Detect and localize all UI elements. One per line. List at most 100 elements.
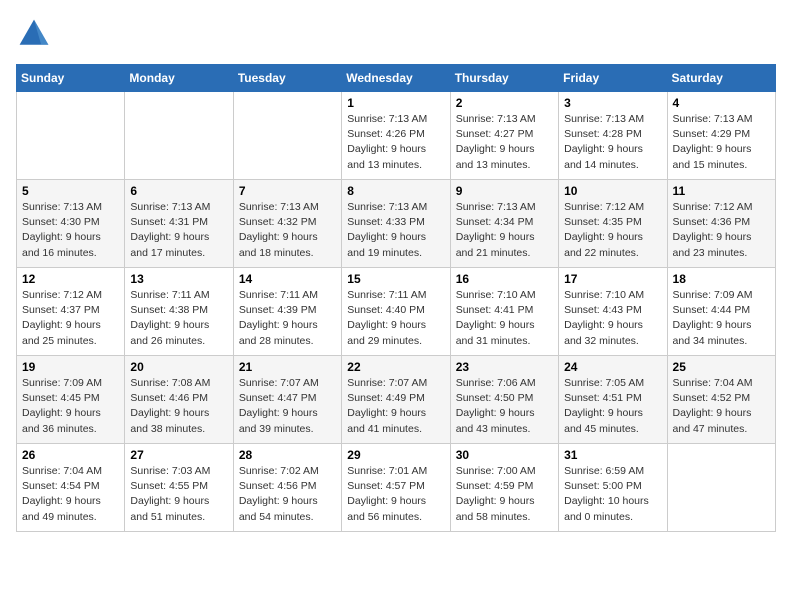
calendar-cell: 1 Sunrise: 7:13 AMSunset: 4:26 PMDaylight…	[342, 92, 450, 180]
calendar-cell: 31 Sunrise: 6:59 AMSunset: 5:00 PMDayligh…	[559, 444, 667, 532]
day-number: 11	[673, 184, 770, 198]
day-number: 12	[22, 272, 119, 286]
calendar-cell: 11Sunrise: 7:12 AMSunset: 4:36 PMDayligh…	[667, 180, 775, 268]
day-info: Sunrise: 7:10 AMSunset: 4:41 PMDaylight:…	[456, 288, 553, 349]
calendar-cell: 26Sunrise: 7:04 AMSunset: 4:54 PMDayligh…	[17, 444, 125, 532]
day-number: 30	[456, 448, 553, 462]
day-number: 1	[347, 96, 444, 110]
day-number: 3	[564, 96, 661, 110]
calendar-cell: 21 Sunrise: 7:07 AMSunset: 4:47 PMDayligh…	[233, 356, 341, 444]
calendar-cell: 10 Sunrise: 7:12 AMSunset: 4:35 PMDayligh…	[559, 180, 667, 268]
calendar-cell	[233, 92, 341, 180]
day-number: 4	[673, 96, 770, 110]
calendar-cell: 16 Sunrise: 7:10 AMSunset: 4:41 PMDayligh…	[450, 268, 558, 356]
day-number: 7	[239, 184, 336, 198]
day-number: 21	[239, 360, 336, 374]
day-number: 5	[22, 184, 119, 198]
day-number: 13	[130, 272, 227, 286]
calendar-week-row: 26Sunrise: 7:04 AMSunset: 4:54 PMDayligh…	[17, 444, 776, 532]
logo-icon	[16, 16, 52, 52]
day-info: Sunrise: 7:11 AMSunset: 4:38 PMDaylight:…	[130, 288, 227, 349]
calendar-cell	[667, 444, 775, 532]
weekday-header-sunday: Sunday	[17, 65, 125, 92]
calendar-cell	[125, 92, 233, 180]
day-number: 27	[130, 448, 227, 462]
calendar-cell: 30 Sunrise: 7:00 AMSunset: 4:59 PMDayligh…	[450, 444, 558, 532]
day-info: Sunrise: 7:02 AMSunset: 4:56 PMDaylight:…	[239, 464, 336, 525]
day-info: Sunrise: 7:10 AMSunset: 4:43 PMDaylight:…	[564, 288, 661, 349]
calendar-cell: 28 Sunrise: 7:02 AMSunset: 4:56 PMDayligh…	[233, 444, 341, 532]
day-info: Sunrise: 7:13 AMSunset: 4:26 PMDaylight:…	[347, 112, 444, 173]
day-number: 17	[564, 272, 661, 286]
day-info: Sunrise: 7:09 AMSunset: 4:45 PMDaylight:…	[22, 376, 119, 437]
day-info: Sunrise: 7:12 AMSunset: 4:35 PMDaylight:…	[564, 200, 661, 261]
day-info: Sunrise: 7:13 AMSunset: 4:29 PMDaylight:…	[673, 112, 770, 173]
page-header	[16, 16, 776, 52]
calendar-cell: 23 Sunrise: 7:06 AMSunset: 4:50 PMDayligh…	[450, 356, 558, 444]
calendar-week-row: 12 Sunrise: 7:12 AMSunset: 4:37 PMDayligh…	[17, 268, 776, 356]
day-number: 9	[456, 184, 553, 198]
calendar-week-row: 1 Sunrise: 7:13 AMSunset: 4:26 PMDaylight…	[17, 92, 776, 180]
calendar-week-row: 19 Sunrise: 7:09 AMSunset: 4:45 PMDayligh…	[17, 356, 776, 444]
day-number: 31	[564, 448, 661, 462]
calendar-cell: 25 Sunrise: 7:04 AMSunset: 4:52 PMDayligh…	[667, 356, 775, 444]
day-info: Sunrise: 7:11 AMSunset: 4:39 PMDaylight:…	[239, 288, 336, 349]
calendar-cell: 4 Sunrise: 7:13 AMSunset: 4:29 PMDaylight…	[667, 92, 775, 180]
day-info: Sunrise: 7:09 AMSunset: 4:44 PMDaylight:…	[673, 288, 770, 349]
calendar-cell: 22Sunrise: 7:07 AMSunset: 4:49 PMDayligh…	[342, 356, 450, 444]
day-info: Sunrise: 7:03 AMSunset: 4:55 PMDaylight:…	[130, 464, 227, 525]
weekday-header-monday: Monday	[125, 65, 233, 92]
day-number: 14	[239, 272, 336, 286]
calendar-cell: 5Sunrise: 7:13 AMSunset: 4:30 PMDaylight…	[17, 180, 125, 268]
calendar-cell	[17, 92, 125, 180]
logo	[16, 16, 56, 52]
day-number: 24	[564, 360, 661, 374]
day-info: Sunrise: 7:13 AMSunset: 4:31 PMDaylight:…	[130, 200, 227, 261]
day-number: 19	[22, 360, 119, 374]
weekday-header-thursday: Thursday	[450, 65, 558, 92]
day-number: 2	[456, 96, 553, 110]
weekday-header-saturday: Saturday	[667, 65, 775, 92]
day-info: Sunrise: 7:13 AMSunset: 4:28 PMDaylight:…	[564, 112, 661, 173]
calendar-cell: 18 Sunrise: 7:09 AMSunset: 4:44 PMDayligh…	[667, 268, 775, 356]
day-info: Sunrise: 7:06 AMSunset: 4:50 PMDaylight:…	[456, 376, 553, 437]
day-info: Sunrise: 7:07 AMSunset: 4:47 PMDaylight:…	[239, 376, 336, 437]
day-number: 16	[456, 272, 553, 286]
day-number: 25	[673, 360, 770, 374]
day-number: 8	[347, 184, 444, 198]
weekday-header-wednesday: Wednesday	[342, 65, 450, 92]
calendar-cell: 2 Sunrise: 7:13 AMSunset: 4:27 PMDaylight…	[450, 92, 558, 180]
day-info: Sunrise: 7:01 AMSunset: 4:57 PMDaylight:…	[347, 464, 444, 525]
calendar-cell: 15Sunrise: 7:11 AMSunset: 4:40 PMDayligh…	[342, 268, 450, 356]
day-number: 15	[347, 272, 444, 286]
day-info: Sunrise: 7:12 AMSunset: 4:37 PMDaylight:…	[22, 288, 119, 349]
day-number: 10	[564, 184, 661, 198]
day-info: Sunrise: 7:04 AMSunset: 4:52 PMDaylight:…	[673, 376, 770, 437]
day-number: 28	[239, 448, 336, 462]
calendar-cell: 20Sunrise: 7:08 AMSunset: 4:46 PMDayligh…	[125, 356, 233, 444]
day-number: 20	[130, 360, 227, 374]
day-info: Sunrise: 7:07 AMSunset: 4:49 PMDaylight:…	[347, 376, 444, 437]
weekday-header-row: SundayMondayTuesdayWednesdayThursdayFrid…	[17, 65, 776, 92]
day-info: Sunrise: 7:00 AMSunset: 4:59 PMDaylight:…	[456, 464, 553, 525]
calendar-table: SundayMondayTuesdayWednesdayThursdayFrid…	[16, 64, 776, 532]
day-info: Sunrise: 7:13 AMSunset: 4:27 PMDaylight:…	[456, 112, 553, 173]
day-info: Sunrise: 7:04 AMSunset: 4:54 PMDaylight:…	[22, 464, 119, 525]
day-number: 6	[130, 184, 227, 198]
calendar-cell: 3 Sunrise: 7:13 AMSunset: 4:28 PMDaylight…	[559, 92, 667, 180]
day-number: 18	[673, 272, 770, 286]
calendar-cell: 24Sunrise: 7:05 AMSunset: 4:51 PMDayligh…	[559, 356, 667, 444]
calendar-cell: 9 Sunrise: 7:13 AMSunset: 4:34 PMDaylight…	[450, 180, 558, 268]
calendar-cell: 19 Sunrise: 7:09 AMSunset: 4:45 PMDayligh…	[17, 356, 125, 444]
calendar-cell: 17 Sunrise: 7:10 AMSunset: 4:43 PMDayligh…	[559, 268, 667, 356]
day-number: 23	[456, 360, 553, 374]
calendar-cell: 29Sunrise: 7:01 AMSunset: 4:57 PMDayligh…	[342, 444, 450, 532]
weekday-header-friday: Friday	[559, 65, 667, 92]
calendar-cell: 8Sunrise: 7:13 AMSunset: 4:33 PMDaylight…	[342, 180, 450, 268]
calendar-cell: 27 Sunrise: 7:03 AMSunset: 4:55 PMDayligh…	[125, 444, 233, 532]
calendar-cell: 12 Sunrise: 7:12 AMSunset: 4:37 PMDayligh…	[17, 268, 125, 356]
day-info: Sunrise: 6:59 AMSunset: 5:00 PMDaylight:…	[564, 464, 661, 525]
day-info: Sunrise: 7:13 AMSunset: 4:34 PMDaylight:…	[456, 200, 553, 261]
weekday-header-tuesday: Tuesday	[233, 65, 341, 92]
day-info: Sunrise: 7:13 AMSunset: 4:32 PMDaylight:…	[239, 200, 336, 261]
